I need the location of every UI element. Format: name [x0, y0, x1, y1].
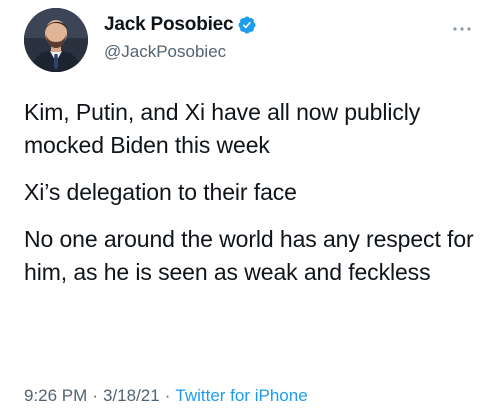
tweet-meta: 9:26 PM · 3/18/21 · Twitter for iPhone [24, 384, 476, 408]
tweet-paragraph: Xi’s delegation to their face [24, 179, 297, 205]
more-horizontal-icon [453, 27, 471, 31]
tweet-date[interactable]: 3/18/21 [103, 385, 160, 407]
tweet-source-link[interactable]: Twitter for iPhone [175, 385, 307, 407]
author-block: Jack Posobiec @JackPosobiec [104, 14, 404, 70]
tweet-header: Jack Posobiec @JackPosobiec [24, 4, 476, 76]
verified-badge-icon [237, 15, 257, 35]
avatar[interactable] [24, 8, 88, 72]
tweet-card: Jack Posobiec @JackPosobiec Kim, Putin, … [0, 0, 500, 420]
more-options-button[interactable] [448, 22, 476, 36]
author-handle[interactable]: @JackPosobiec [104, 41, 404, 63]
author-name-row: Jack Posobiec [104, 14, 404, 36]
tweet-text: Kim, Putin, and Xi have all now publicly… [24, 96, 476, 303]
tweet-time[interactable]: 9:26 PM [24, 385, 87, 407]
tweet-paragraph: Kim, Putin, and Xi have all now publicly… [24, 99, 421, 158]
tweet-paragraph: No one around the world has any respect … [24, 226, 474, 285]
author-name[interactable]: Jack Posobiec [104, 14, 234, 36]
meta-separator: · [164, 386, 171, 405]
avatar-image [24, 8, 88, 72]
meta-separator: · [92, 386, 98, 405]
